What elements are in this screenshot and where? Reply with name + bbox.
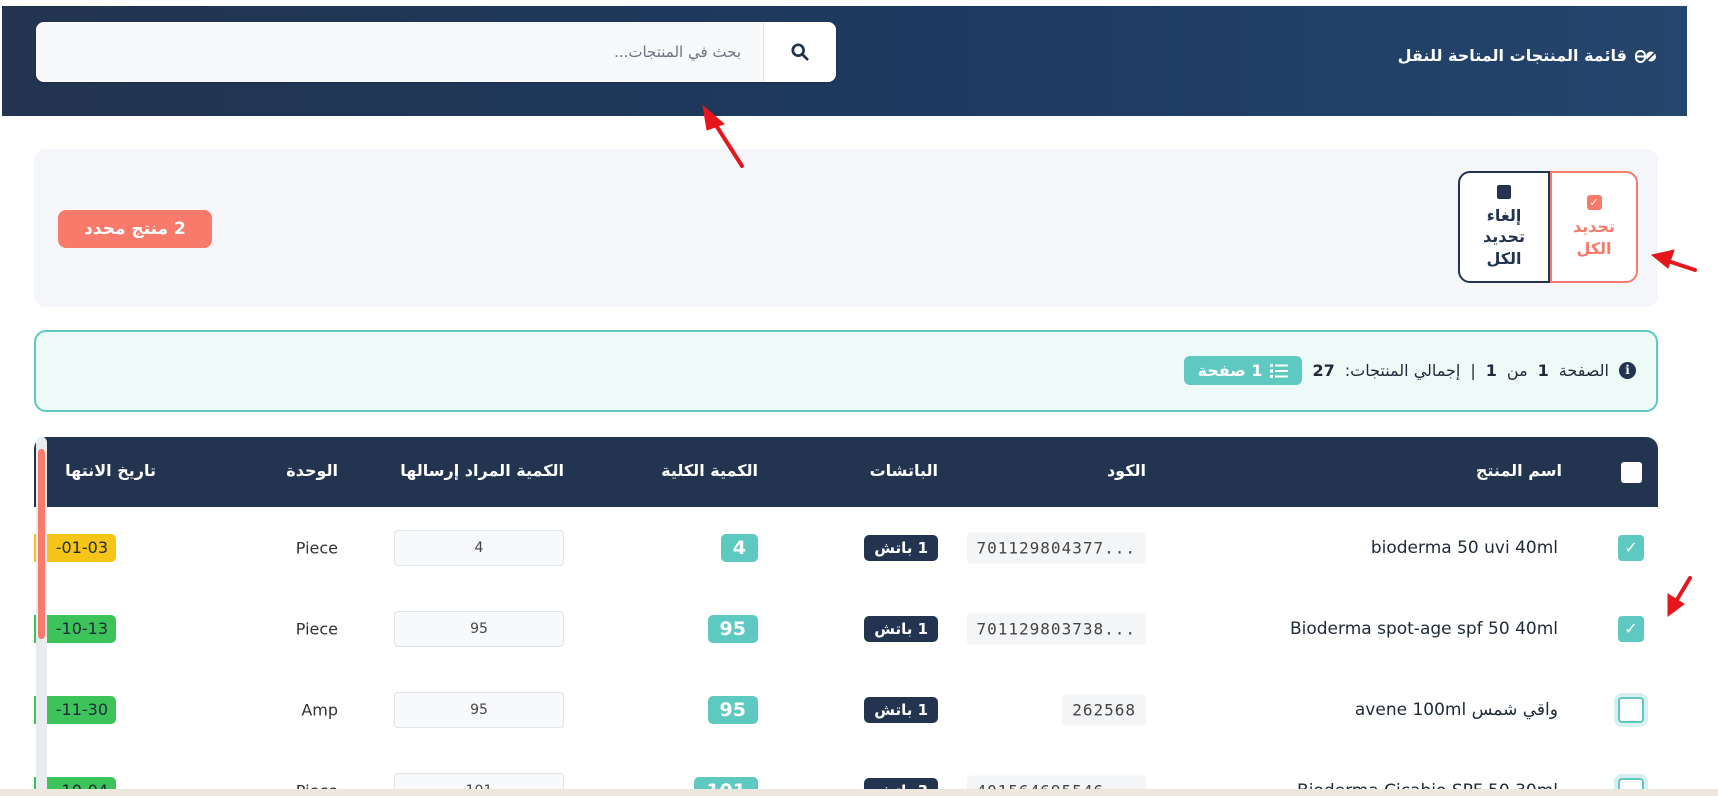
arrow-search-icon [702,104,744,168]
arrow-row-checkbox-icon [1667,576,1692,617]
arrow-select-all-icon [1650,249,1697,272]
annotation-arrows [702,104,1697,617]
